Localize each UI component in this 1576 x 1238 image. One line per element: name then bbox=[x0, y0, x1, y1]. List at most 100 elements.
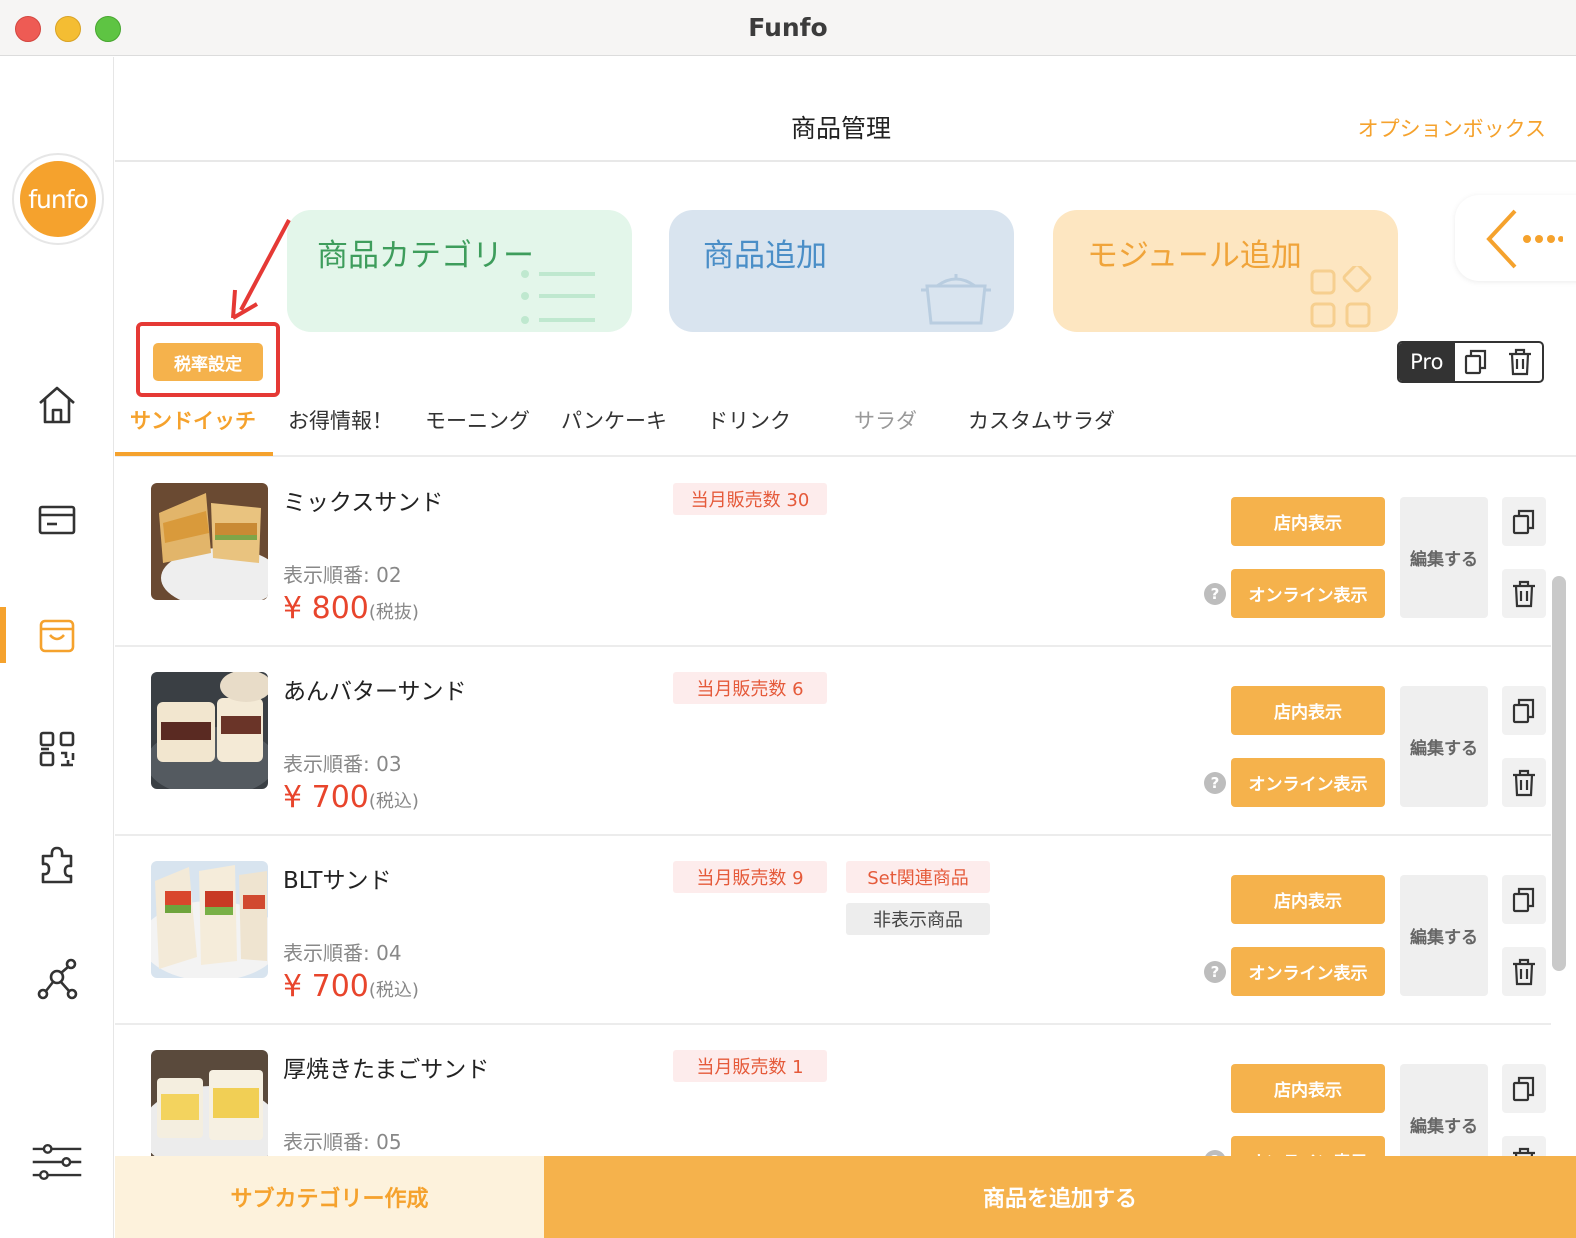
tax-type: (税込) bbox=[368, 980, 419, 1001]
trash-icon bbox=[1509, 348, 1532, 376]
delete-product-button[interactable] bbox=[1502, 1136, 1546, 1156]
option-box-link[interactable]: オプションボックス bbox=[1358, 113, 1546, 143]
store-display-button[interactable]: 店内表示 bbox=[1231, 875, 1385, 924]
delete-product-button[interactable] bbox=[1502, 947, 1546, 996]
display-order: 表示順番: 04 bbox=[283, 941, 402, 965]
store-display-button[interactable]: 店内表示 bbox=[1231, 497, 1385, 546]
price-amount: ¥ 700 bbox=[283, 780, 369, 815]
bulk-copy-button[interactable] bbox=[1455, 343, 1499, 381]
tab-drink[interactable]: ドリンク bbox=[707, 405, 791, 435]
create-subcategory-button[interactable]: サブカテゴリー作成 bbox=[115, 1156, 544, 1238]
page-header: 商品管理 オプションボックス bbox=[115, 57, 1576, 162]
home-icon bbox=[39, 386, 75, 424]
nav-products[interactable] bbox=[0, 600, 114, 670]
tab-custom-salad[interactable]: カスタムサラダ bbox=[968, 405, 1115, 435]
copy-icon bbox=[1512, 698, 1535, 723]
card-icon bbox=[38, 505, 76, 535]
add-module-card[interactable]: モジュール追加 bbox=[1053, 210, 1398, 332]
category-tabs: サンドイッチ お得情報！ モーニング パンケーキ ドリンク サラダ カスタムサラ… bbox=[115, 395, 1576, 457]
add-product-button[interactable]: 商品を追加する bbox=[544, 1156, 1576, 1238]
nav-orders[interactable] bbox=[0, 485, 114, 555]
sidebar: funfo bbox=[0, 57, 114, 1238]
nav-network[interactable] bbox=[0, 944, 114, 1014]
bulk-delete-button[interactable] bbox=[1498, 343, 1542, 381]
hidden-product-badge: 非表示商品 bbox=[846, 903, 990, 935]
product-list: ミックスサンド 当月販売数 30 表示順番: 02 ¥ 800(税抜) 店内表示… bbox=[115, 459, 1551, 1156]
store-display-button[interactable]: 店内表示 bbox=[1231, 686, 1385, 735]
list-icon bbox=[521, 270, 595, 324]
copy-icon bbox=[1512, 509, 1535, 534]
edit-button[interactable]: 編集する bbox=[1400, 686, 1488, 807]
scroll-cards-back-button[interactable] bbox=[1455, 195, 1576, 281]
add-product-label: 商品追加 bbox=[703, 238, 827, 274]
online-display-button[interactable]: オンライン表示 bbox=[1231, 1136, 1385, 1156]
copy-product-button[interactable] bbox=[1502, 686, 1546, 735]
product-row: あんバターサンド 当月販売数 6 表示順番: 03 ¥ 700(税込) 店内表示… bbox=[115, 648, 1551, 836]
tab-pancake[interactable]: パンケーキ bbox=[561, 405, 667, 435]
tax-type: (税込) bbox=[368, 791, 419, 812]
qr-code-icon bbox=[39, 731, 75, 767]
funfo-logo: funfo bbox=[12, 153, 104, 245]
tab-salad[interactable]: サラダ bbox=[854, 405, 917, 435]
tab-sandwich[interactable]: サンドイッチ bbox=[130, 405, 256, 435]
copy-product-button[interactable] bbox=[1502, 497, 1546, 546]
edit-button[interactable]: 編集する bbox=[1400, 1064, 1488, 1156]
product-thumbnail bbox=[151, 1050, 268, 1156]
page-title: 商品管理 bbox=[790, 114, 891, 143]
list-scrollbar[interactable] bbox=[1552, 576, 1566, 971]
tab-morning[interactable]: モーニング bbox=[425, 405, 530, 435]
tax-type: (税抜) bbox=[368, 602, 419, 623]
online-display-button[interactable]: オンライン表示 bbox=[1231, 569, 1385, 618]
pot-icon bbox=[921, 274, 991, 325]
online-display-button[interactable]: オンライン表示 bbox=[1231, 758, 1385, 807]
trash-icon bbox=[1513, 1147, 1535, 1156]
set-related-badge: Set関連商品 bbox=[846, 861, 990, 893]
product-category-card[interactable]: 商品カテゴリー bbox=[287, 210, 632, 332]
help-icon[interactable]: ? bbox=[1204, 772, 1226, 794]
product-row: 厚焼きたまごサンド 当月販売数 1 表示順番: 05 店内表示 ? オンライン表… bbox=[115, 1026, 1551, 1156]
copy-product-button[interactable] bbox=[1502, 1064, 1546, 1113]
monthly-sales-badge: 当月販売数 6 bbox=[673, 672, 827, 704]
product-category-label: 商品カテゴリー bbox=[317, 238, 534, 274]
help-icon[interactable]: ? bbox=[1204, 961, 1226, 983]
delete-product-button[interactable] bbox=[1502, 758, 1546, 807]
logo-text: funfo bbox=[20, 161, 96, 237]
puzzle-icon bbox=[41, 846, 73, 884]
add-product-card[interactable]: 商品追加 bbox=[669, 210, 1014, 332]
nav-modules[interactable] bbox=[0, 829, 114, 899]
delete-product-button[interactable] bbox=[1502, 569, 1546, 618]
product-price: ¥ 800(税抜) bbox=[283, 591, 419, 626]
price-amount: ¥ 700 bbox=[283, 969, 369, 1004]
copy-icon bbox=[1512, 887, 1535, 912]
help-icon[interactable]: ? bbox=[1204, 583, 1226, 605]
online-display-button[interactable]: オンライン表示 bbox=[1231, 947, 1385, 996]
store-display-button[interactable]: 店内表示 bbox=[1231, 1064, 1385, 1113]
trash-icon bbox=[1513, 580, 1535, 607]
window-title: Funfo bbox=[748, 13, 828, 42]
annotation-highlight-box bbox=[136, 322, 280, 397]
product-name: BLTサンド bbox=[283, 868, 392, 894]
edit-button[interactable]: 編集する bbox=[1400, 875, 1488, 996]
edit-button[interactable]: 編集する bbox=[1400, 497, 1488, 618]
tab-deals[interactable]: お得情報！ bbox=[288, 405, 393, 435]
product-thumbnail bbox=[151, 483, 268, 600]
nav-settings[interactable] bbox=[0, 1127, 114, 1197]
nav-qr[interactable] bbox=[0, 714, 114, 784]
pro-badge: Pro bbox=[1399, 343, 1455, 381]
trash-icon bbox=[1513, 769, 1535, 796]
app-window: Funfo funfo 商品管理 オプションボックス 商品カテゴリー 商品追加 … bbox=[0, 0, 1576, 1238]
network-icon bbox=[37, 958, 78, 1000]
product-row: BLTサンド 当月販売数 9 Set関連商品 非表示商品 表示順番: 04 ¥ … bbox=[115, 837, 1551, 1025]
chevron-left-dots-icon bbox=[1486, 209, 1563, 269]
copy-icon bbox=[1465, 349, 1487, 375]
product-thumbnail bbox=[151, 861, 268, 978]
nav-home[interactable] bbox=[0, 370, 114, 440]
product-price: ¥ 700(税込) bbox=[283, 969, 419, 1004]
display-order: 表示順番: 02 bbox=[283, 563, 402, 587]
active-tab-underline bbox=[115, 452, 273, 456]
annotation-arrow bbox=[231, 219, 291, 320]
copy-product-button[interactable] bbox=[1502, 875, 1546, 924]
product-name: 厚焼きたまごサンド bbox=[283, 1057, 490, 1083]
sliders-icon bbox=[32, 1143, 82, 1181]
title-bar: Funfo bbox=[0, 0, 1576, 56]
